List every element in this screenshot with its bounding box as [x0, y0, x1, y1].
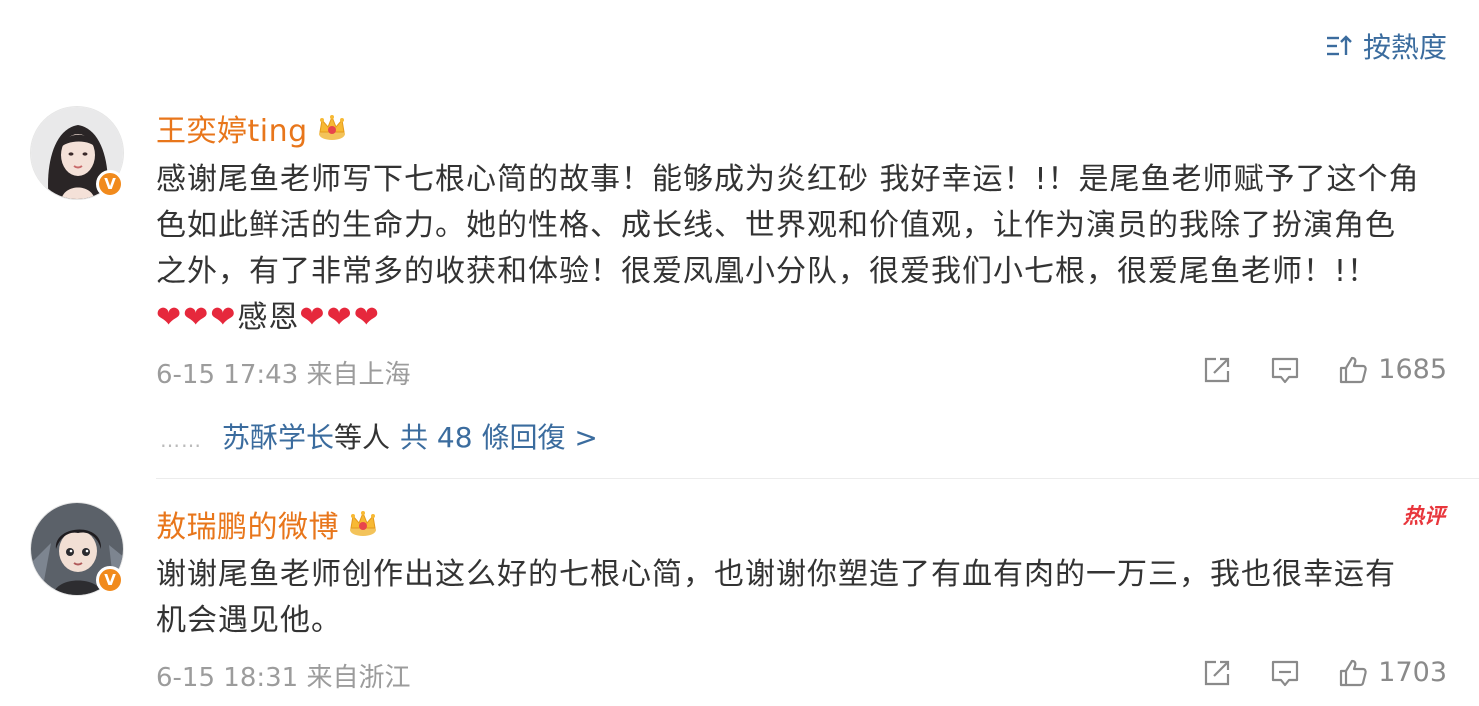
location: 来自浙江 [306, 663, 411, 693]
share-icon[interactable] [1202, 355, 1232, 385]
comment-text-line: 感谢尾鱼老师写下七根心简的故事！能够成为炎红砂 我好幸运！!！是尾鱼老师赋予了这… [156, 162, 1420, 197]
comment-meta: 6-15 18:31 来自浙江 [156, 657, 410, 694]
comment-text-line: 谢谢尾鱼老师创作出这么好的七根心简，也谢谢你塑造了有血有肉的一万三，我也很幸运有 [156, 557, 1396, 592]
avatar[interactable]: V [30, 106, 124, 200]
replies-middle-text: 等人 [334, 421, 391, 454]
reply-user-link[interactable]: 苏酥学长 [222, 416, 334, 456]
share-icon[interactable] [1202, 658, 1232, 688]
verified-badge-icon: V [96, 170, 124, 198]
like-icon [1340, 356, 1367, 383]
timestamp: 6-15 18:31 [156, 663, 299, 693]
comment-divider [156, 478, 1479, 479]
comment-meta: 6-15 17:43 来自上海 [156, 354, 410, 391]
reply-icon[interactable] [1270, 355, 1300, 385]
comment-text-line: 之外，有了非常多的收获和体验！很爱凤凰小分队，很爱我们小七根，很爱尾鱼老师！!！ [156, 254, 1379, 289]
location: 来自上海 [306, 360, 411, 390]
comment-text-line: 色如此鲜活的生命力。她的性格、成长线、世界观和价值观，让作为演员的我除了扮演角色 [156, 208, 1396, 243]
crown-icon [318, 115, 345, 140]
hot-comment-tag: 热评 [1403, 504, 1445, 528]
replies-dots: …… [160, 428, 202, 452]
replies-count-link[interactable]: 共 48 條回復 > [400, 416, 598, 456]
comment-actions: 1685 [1202, 354, 1447, 385]
crown-icon [350, 511, 376, 536]
avatar[interactable]: V [30, 502, 124, 596]
timestamp: 6-15 17:43 [156, 360, 299, 390]
sort-by-heat-button[interactable]: 按熱度 [1325, 26, 1447, 66]
like-button[interactable]: 1685 [1338, 354, 1447, 385]
username[interactable]: 王奕婷ting [156, 106, 308, 150]
heart-emoji: ❤❤❤ [299, 300, 381, 335]
replies-summary[interactable]: …… 苏酥学长 等人 共 48 條回復 > [160, 416, 598, 456]
comment-text-line: 机会遇见他。 [156, 603, 342, 638]
like-button[interactable]: 1703 [1338, 657, 1447, 688]
emoji-text: 感恩 [237, 300, 300, 335]
comment-actions: 1703 [1202, 657, 1447, 688]
username[interactable]: 敖瑞鹏的微博 [156, 502, 339, 546]
like-icon [1340, 659, 1367, 686]
sort-label: 按熱度 [1362, 31, 1447, 64]
like-count: 1703 [1378, 657, 1447, 688]
sort-icon [1326, 35, 1352, 56]
reply-icon[interactable] [1270, 658, 1300, 688]
comment-list: 按熱度 V 王奕婷ting 感谢尾鱼老师写下七根心简的故事！能够成为炎红砂 我好… [0, 0, 1479, 706]
comment-text: 谢谢尾鱼老师创作出这么好的七根心简，也谢谢你塑造了有血有肉的一万三，我也很幸运有… [156, 552, 1446, 644]
comment-text: 感谢尾鱼老师写下七根心简的故事！能够成为炎红砂 我好幸运！!！是尾鱼老师赋予了这… [156, 157, 1446, 341]
heart-emoji: ❤❤❤ [156, 300, 238, 335]
like-count: 1685 [1378, 354, 1447, 385]
verified-badge-icon: V [96, 566, 124, 594]
